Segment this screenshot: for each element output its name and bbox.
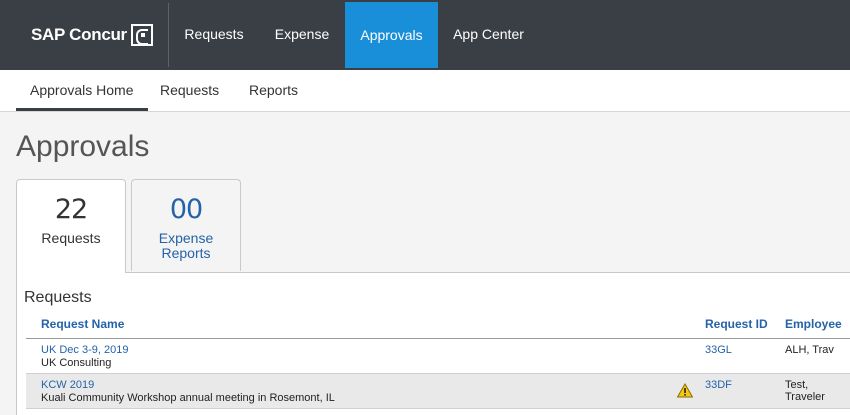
- subnav-item-reports[interactable]: Reports: [249, 70, 298, 111]
- employee-name: Test, Traveler: [785, 379, 825, 403]
- sap-concur-logo[interactable]: SAP Concur: [31, 23, 153, 47]
- tab-expense-reports-label-line1: Expense: [158, 230, 214, 246]
- table-row[interactable]: KCW 2019 Kuali Community Workshop annual…: [26, 374, 850, 409]
- tab-expense-reports-label-line2: Reports: [161, 245, 211, 261]
- section-title: Requests: [24, 289, 92, 306]
- tab-expense-reports-label: Expense Reports: [132, 231, 240, 261]
- concur-c-icon: [130, 24, 153, 46]
- column-header-request-name[interactable]: Request Name: [41, 309, 124, 339]
- employee-name: ALH, Trav: [785, 344, 834, 356]
- nav-item-requests[interactable]: Requests: [172, 0, 256, 68]
- tab-requests[interactable]: 22 Requests: [16, 179, 126, 273]
- requests-count: 22: [54, 194, 88, 225]
- tab-requests-label: Requests: [41, 230, 101, 246]
- nav-item-app-center[interactable]: App Center: [441, 0, 536, 68]
- column-header-request-id[interactable]: Request ID: [705, 309, 768, 339]
- request-description: UK Consulting: [41, 357, 112, 369]
- top-navigation-bar: SAP Concur Requests Expense Approvals Ap…: [0, 0, 850, 70]
- warning-triangle-icon[interactable]: [677, 383, 693, 398]
- request-description: Kuali Community Workshop annual meeting …: [41, 392, 335, 404]
- column-header-employee[interactable]: Employee: [785, 309, 842, 339]
- tab-expense-reports[interactable]: 00 Expense Reports: [131, 179, 241, 271]
- logo-text: SAP Concur: [31, 25, 127, 44]
- request-id-link[interactable]: 33DF: [705, 379, 732, 391]
- subnav-item-approvals-home[interactable]: Approvals Home: [16, 70, 148, 111]
- request-name-link[interactable]: KCW 2019: [41, 379, 94, 391]
- sub-navigation-bar: Approvals Home Requests Reports: [0, 70, 850, 112]
- page-title: Approvals: [16, 130, 150, 163]
- expense-reports-count: 00: [169, 194, 203, 225]
- table-row[interactable]: UK Dec 3-9, 2019 UK Consulting 33GL ALH,…: [26, 339, 850, 374]
- nav-divider: [168, 3, 169, 67]
- subnav-item-requests[interactable]: Requests: [160, 70, 219, 111]
- request-name-link[interactable]: UK Dec 3-9, 2019: [41, 344, 128, 356]
- nav-item-expense[interactable]: Expense: [262, 0, 342, 68]
- table-header: Request Name Request ID Employee: [26, 309, 850, 339]
- nav-item-approvals[interactable]: Approvals: [345, 2, 438, 68]
- request-id-link[interactable]: 33GL: [705, 344, 732, 356]
